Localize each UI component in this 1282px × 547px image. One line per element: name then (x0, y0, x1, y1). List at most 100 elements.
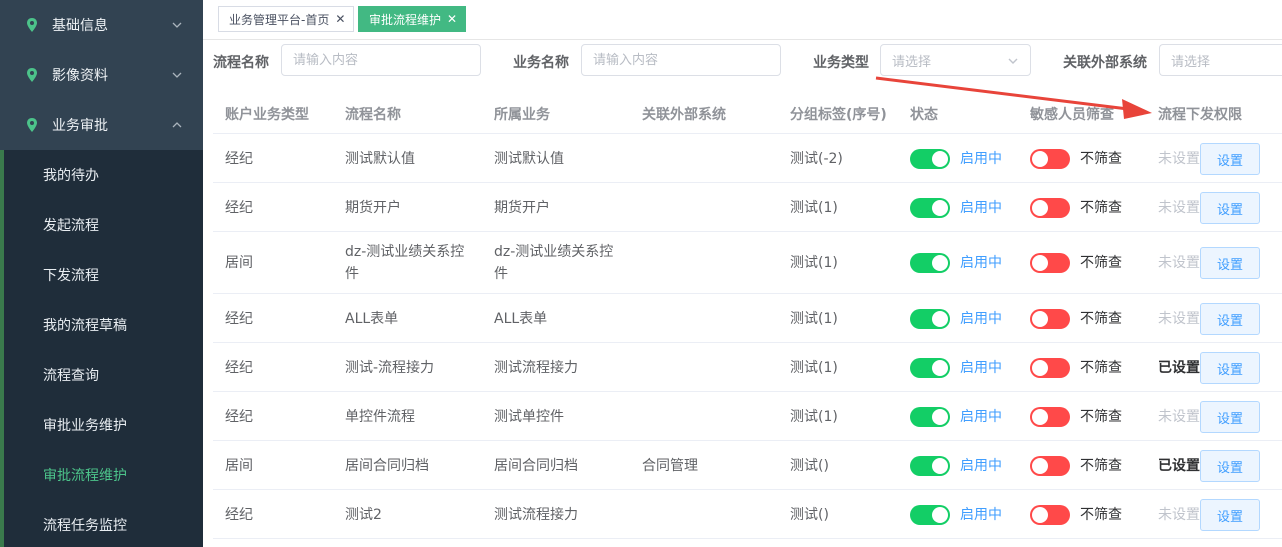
external-system-select[interactable]: 请选择 (1159, 44, 1282, 76)
sidebar-item-7[interactable]: 流程任务监控 (0, 500, 203, 547)
status-toggle[interactable] (910, 358, 950, 378)
screening-toggle[interactable] (1030, 149, 1070, 169)
set-permission-button[interactable]: 设置 (1200, 247, 1260, 279)
set-permission-button[interactable]: 设置 (1200, 192, 1260, 224)
sidebar: 基础信息 影像资料 业务审批 我的待办 发起流程 下发流程 我的流程草稿 流程查询 审批业务维护… (0, 0, 203, 547)
cell-business: 测试流程接力 (494, 507, 578, 523)
toggle-knob (932, 458, 948, 474)
sidebar-item-0[interactable]: 我的待办 (0, 150, 203, 200)
toggle-knob (1032, 151, 1048, 167)
table-row: 经纪 测试默认值 测试默认值 测试(-2) 启用中 不筛查 未设置 设置 (213, 134, 1282, 183)
cell-group-tag: 测试(1) (790, 311, 838, 327)
cell-group-tag: 测试(-2) (790, 151, 843, 167)
cell-process-name: 测试默认值 (345, 151, 415, 167)
business-name-input[interactable] (581, 44, 781, 76)
set-permission-button[interactable]: 设置 (1200, 303, 1260, 335)
screening-toggle[interactable] (1030, 358, 1070, 378)
toggle-knob (1032, 200, 1048, 216)
sidebar-item-4[interactable]: 流程查询 (0, 350, 203, 400)
set-permission-button[interactable]: 设置 (1200, 352, 1260, 384)
set-permission-button[interactable]: 设置 (1200, 450, 1260, 482)
location-pin-icon (24, 17, 40, 33)
set-permission-button[interactable]: 设置 (1200, 401, 1260, 433)
process-name-label: 流程名称 (213, 55, 269, 71)
tab-bar: 业务管理平台-首页 ✕ 审批流程维护 ✕ (203, 0, 1282, 40)
toggle-knob (932, 255, 948, 271)
cell-account-type: 经纪 (225, 200, 253, 216)
screening-label: 不筛查 (1080, 507, 1122, 523)
screening-toggle[interactable] (1030, 407, 1070, 427)
screening-toggle[interactable] (1030, 253, 1070, 273)
header-status: 状态 (910, 107, 938, 123)
screening-label: 不筛查 (1080, 360, 1122, 376)
cell-group-tag: 测试(1) (790, 255, 838, 271)
toggle-knob (1032, 311, 1048, 327)
table-row: 经纪 期货开户 期货开户 测试(1) 启用中 不筛查 未设置 设置 (213, 183, 1282, 232)
status-toggle[interactable] (910, 456, 950, 476)
permission-status: 未设置 (1158, 507, 1200, 523)
screening-label: 不筛查 (1080, 200, 1122, 216)
cell-account-type: 经纪 (225, 507, 253, 523)
process-name-input[interactable] (281, 44, 481, 76)
cell-account-type: 经纪 (225, 360, 253, 376)
cell-account-type: 经纪 (225, 409, 253, 425)
chevron-down-icon (171, 69, 183, 81)
toggle-knob (1032, 458, 1048, 474)
business-name-label: 业务名称 (513, 55, 569, 71)
chevron-down-icon (1008, 58, 1018, 64)
status-toggle[interactable] (910, 407, 950, 427)
sidebar-group-1[interactable]: 影像资料 (0, 50, 203, 100)
business-type-select[interactable]: 请选择 (880, 44, 1031, 76)
table-body: 经纪 测试默认值 测试默认值 测试(-2) 启用中 不筛查 未设置 设置 经纪 期货开户 期货开户测… (213, 134, 1282, 539)
header-dispatch-permission: 流程下发权限 (1158, 107, 1242, 123)
cell-process-name: 居间合同归档 (345, 458, 429, 474)
screening-label: 不筛查 (1080, 409, 1122, 425)
screening-label: 不筛查 (1080, 151, 1122, 167)
sidebar-item-3[interactable]: 我的流程草稿 (0, 300, 203, 350)
set-permission-button[interactable]: 设置 (1200, 143, 1260, 175)
cell-group-tag: 测试(1) (790, 200, 838, 216)
sidebar-item-6[interactable]: 审批流程维护 (0, 450, 203, 500)
sidebar-item-1[interactable]: 发起流程 (0, 200, 203, 250)
status-toggle[interactable] (910, 149, 950, 169)
header-process-name: 流程名称 (345, 107, 401, 123)
close-icon[interactable]: ✕ (335, 12, 345, 26)
business-type-placeholder: 请选择 (892, 54, 932, 70)
close-icon[interactable]: ✕ (447, 12, 457, 26)
sidebar-item-2[interactable]: 下发流程 (0, 250, 203, 300)
screening-toggle[interactable] (1030, 309, 1070, 329)
tab-home-label: 业务管理平台-首页 (229, 12, 330, 27)
permission-status: 已设置 (1158, 360, 1200, 376)
app-root: 基础信息 影像资料 业务审批 我的待办 发起流程 下发流程 我的流程草稿 流程查询 审批业务维护… (0, 0, 1282, 547)
cell-process-name: dz-测试业绩关系控件 (345, 244, 465, 282)
toggle-knob (1032, 507, 1048, 523)
header-business: 所属业务 (494, 107, 550, 123)
status-toggle[interactable] (910, 198, 950, 218)
chevron-down-icon (171, 19, 183, 31)
toggle-knob (932, 311, 948, 327)
status-toggle[interactable] (910, 309, 950, 329)
screening-toggle[interactable] (1030, 505, 1070, 525)
screening-toggle[interactable] (1030, 198, 1070, 218)
cell-business: 居间合同归档 (494, 458, 578, 474)
permission-status: 未设置 (1158, 311, 1200, 327)
cell-business: 测试默认值 (494, 151, 564, 167)
cell-process-name: ALL表单 (345, 311, 399, 327)
sidebar-group-2[interactable]: 业务审批 (0, 100, 203, 150)
table-row: 居间 居间合同归档 居间合同归档 合同管理 测试() 启用中 不筛查 已设置 设置 (213, 441, 1282, 490)
status-toggle[interactable] (910, 253, 950, 273)
sidebar-submenu: 我的待办 发起流程 下发流程 我的流程草稿 流程查询 审批业务维护 审批流程维护 流程任务监控 (0, 150, 203, 547)
cell-account-type: 居间 (225, 458, 253, 474)
tab-process-maintenance[interactable]: 审批流程维护 ✕ (358, 6, 467, 32)
toggle-knob (932, 151, 948, 167)
sidebar-group-0[interactable]: 基础信息 (0, 0, 203, 50)
table-row: 经纪 测试2 测试流程接力 测试() 启用中 不筛查 未设置 设置 (213, 490, 1282, 539)
screening-toggle[interactable] (1030, 456, 1070, 476)
status-toggle[interactable] (910, 505, 950, 525)
table-row: 经纪 单控件流程 测试单控件 测试(1) 启用中 不筛查 未设置 设置 (213, 392, 1282, 441)
toggle-knob (1032, 409, 1048, 425)
sidebar-item-5[interactable]: 审批业务维护 (0, 400, 203, 450)
tab-home[interactable]: 业务管理平台-首页 ✕ (218, 6, 355, 32)
set-permission-button[interactable]: 设置 (1200, 499, 1260, 531)
header-account-type: 账户业务类型 (225, 107, 309, 123)
